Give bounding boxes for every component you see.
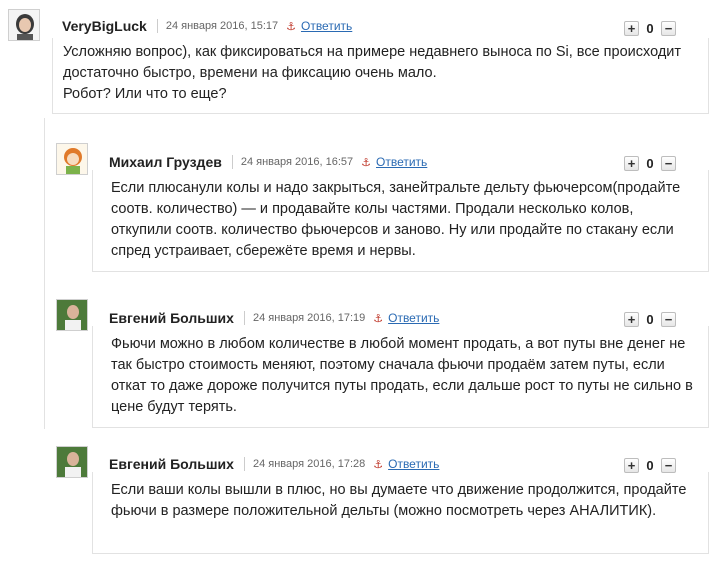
user-avatar-icon xyxy=(57,447,87,477)
divider xyxy=(231,155,233,169)
avatar[interactable] xyxy=(8,9,40,41)
comment-header: VeryBigLuck 24 января 2016, 15:17 ⚓ Отве… xyxy=(62,16,352,36)
reply-link[interactable]: Ответить xyxy=(388,457,439,471)
downvote-button[interactable]: − xyxy=(661,20,676,36)
downvote-button[interactable]: − xyxy=(661,311,676,327)
downvote-button[interactable]: − xyxy=(661,457,676,473)
comment-date: 24 января 2016, 16:57 xyxy=(240,156,354,168)
avatar[interactable] xyxy=(56,143,88,175)
divider xyxy=(243,311,245,325)
comment-author[interactable]: Михаил Груздев xyxy=(109,154,222,170)
anchor-icon[interactable]: ⚓ xyxy=(286,20,296,33)
comment-date: 24 января 2016, 17:19 xyxy=(252,312,366,324)
anchor-icon[interactable]: ⚓ xyxy=(373,458,383,471)
comment-header: Евгений Больших 24 января 2016, 17:19 ⚓ … xyxy=(109,308,439,328)
vote-count: 0 xyxy=(646,457,654,473)
comment-header: Михаил Груздев 24 января 2016, 16:57 ⚓ О… xyxy=(109,152,427,172)
upvote-button[interactable]: + xyxy=(624,20,639,36)
comment-body: Если ваши колы вышли в плюс, но вы думае… xyxy=(92,472,709,554)
vote-count: 0 xyxy=(646,155,654,171)
divider xyxy=(243,457,245,471)
upvote-button[interactable]: + xyxy=(624,311,639,327)
thread-line xyxy=(44,118,45,429)
comment-body: Если плюсанули колы и надо закрыться, за… xyxy=(92,170,709,272)
comment-author[interactable]: Евгений Больших xyxy=(109,456,234,472)
avatar[interactable] xyxy=(56,446,88,478)
user-avatar-icon xyxy=(57,144,87,174)
user-avatar-icon xyxy=(9,10,39,40)
anchor-icon[interactable]: ⚓ xyxy=(373,312,383,325)
reply-link[interactable]: Ответить xyxy=(376,155,427,169)
downvote-button[interactable]: − xyxy=(661,155,676,171)
vote-widget: + 0 − xyxy=(624,19,676,37)
upvote-button[interactable]: + xyxy=(624,155,639,171)
vote-count: 0 xyxy=(646,311,654,327)
user-avatar-icon xyxy=(57,300,87,330)
reply-link[interactable]: Ответить xyxy=(388,311,439,325)
comment-body: Усложняю вопрос), как фиксироваться на п… xyxy=(52,38,709,114)
comment-author[interactable]: VeryBigLuck xyxy=(62,18,147,34)
upvote-button[interactable]: + xyxy=(624,457,639,473)
comment-body: Фьючи можно в любом количестве в любой м… xyxy=(92,326,709,428)
reply-link[interactable]: Ответить xyxy=(301,19,352,33)
vote-count: 0 xyxy=(646,20,654,36)
comment-date: 24 января 2016, 17:28 xyxy=(252,458,366,470)
divider xyxy=(156,19,158,33)
avatar[interactable] xyxy=(56,299,88,331)
anchor-icon[interactable]: ⚓ xyxy=(361,156,371,169)
comment-date: 24 января 2016, 15:17 xyxy=(165,20,279,32)
comment-author[interactable]: Евгений Больших xyxy=(109,310,234,326)
comment-header: Евгений Больших 24 января 2016, 17:28 ⚓ … xyxy=(109,454,439,474)
